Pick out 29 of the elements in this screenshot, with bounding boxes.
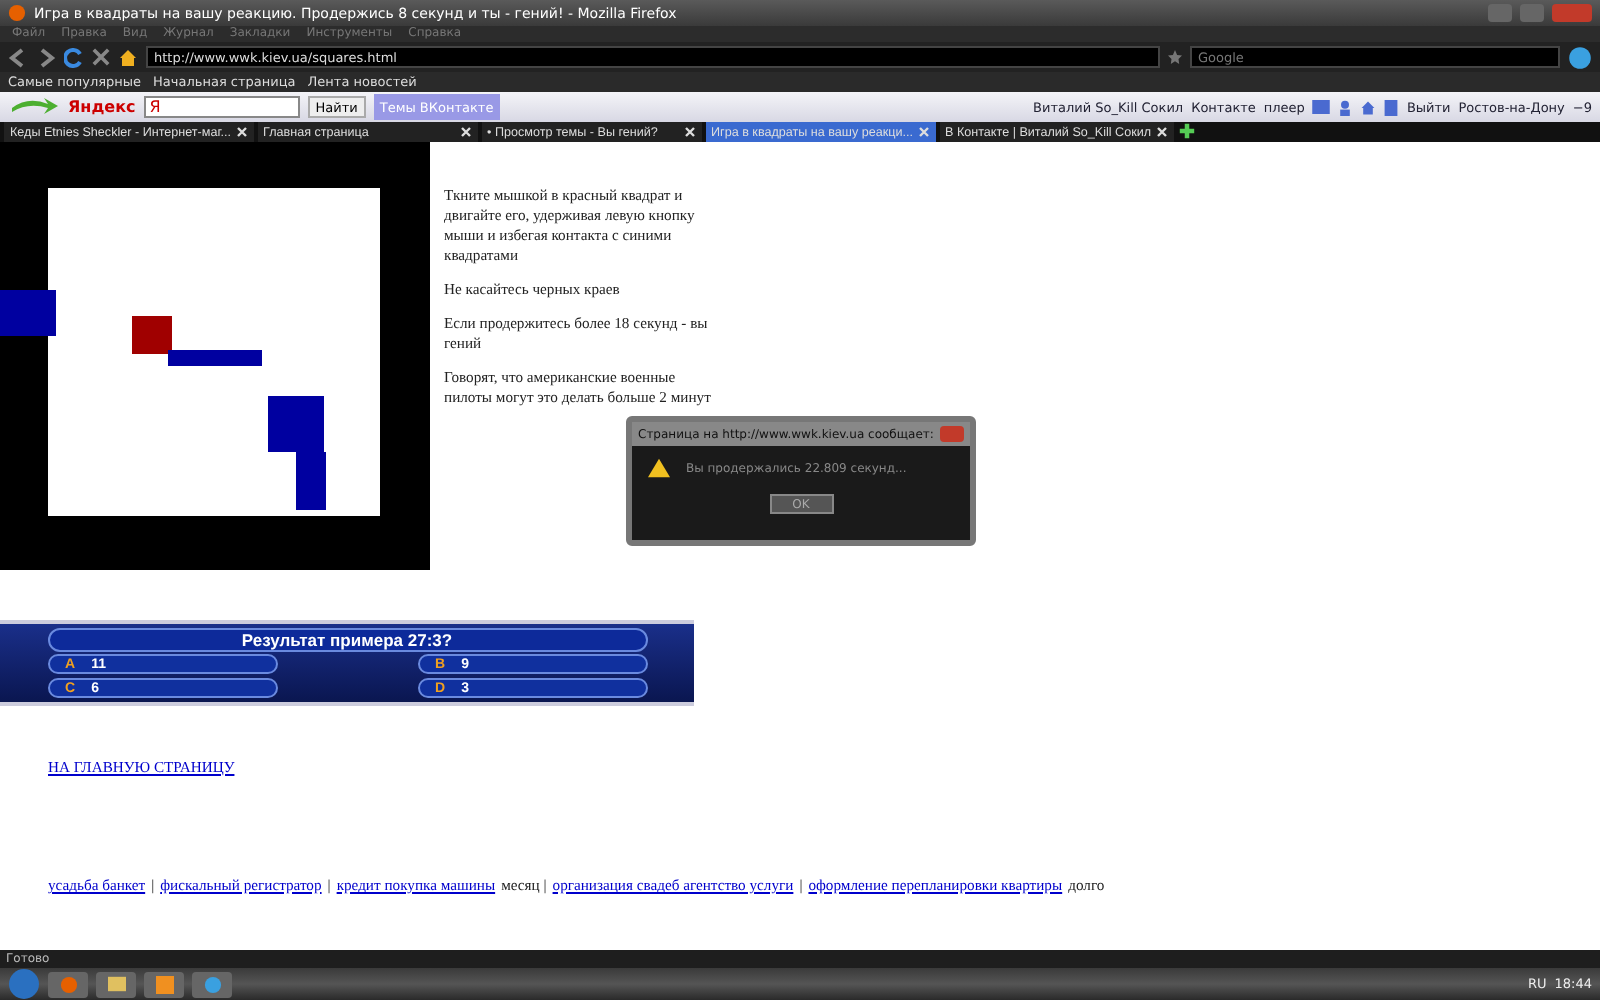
start-button[interactable] bbox=[8, 968, 40, 1000]
yandex-logo: Яндекс bbox=[68, 98, 136, 116]
browser-icon bbox=[59, 975, 77, 993]
taskbar-button[interactable] bbox=[96, 971, 136, 997]
warning-icon bbox=[648, 458, 670, 478]
forward-icon[interactable] bbox=[36, 47, 56, 67]
close-icon[interactable] bbox=[683, 126, 696, 138]
taskbar-button[interactable] bbox=[192, 971, 232, 997]
star-icon[interactable] bbox=[1168, 50, 1182, 64]
reload-icon[interactable] bbox=[64, 47, 84, 67]
mail-icon[interactable] bbox=[1312, 100, 1331, 114]
person-icon[interactable] bbox=[1338, 99, 1353, 115]
close-icon[interactable] bbox=[459, 126, 472, 138]
taskbar-button[interactable] bbox=[48, 971, 88, 997]
search-field[interactable]: Я bbox=[143, 96, 300, 118]
house-icon[interactable] bbox=[1360, 99, 1377, 115]
close-icon[interactable] bbox=[1155, 126, 1168, 138]
home-icon[interactable] bbox=[118, 47, 138, 67]
obstacle-block bbox=[0, 290, 56, 336]
taskbar-button[interactable] bbox=[144, 971, 184, 997]
obstacle-block bbox=[168, 350, 262, 366]
quiz-question: Результат примера 27:3? bbox=[47, 627, 647, 652]
media-icon bbox=[155, 975, 173, 993]
new-tab-icon[interactable] bbox=[1177, 122, 1196, 140]
close-icon[interactable] bbox=[235, 126, 248, 138]
folder-icon bbox=[107, 976, 125, 992]
back-icon[interactable] bbox=[8, 47, 28, 67]
document-icon[interactable] bbox=[1384, 99, 1399, 115]
stop-icon[interactable] bbox=[92, 48, 110, 66]
